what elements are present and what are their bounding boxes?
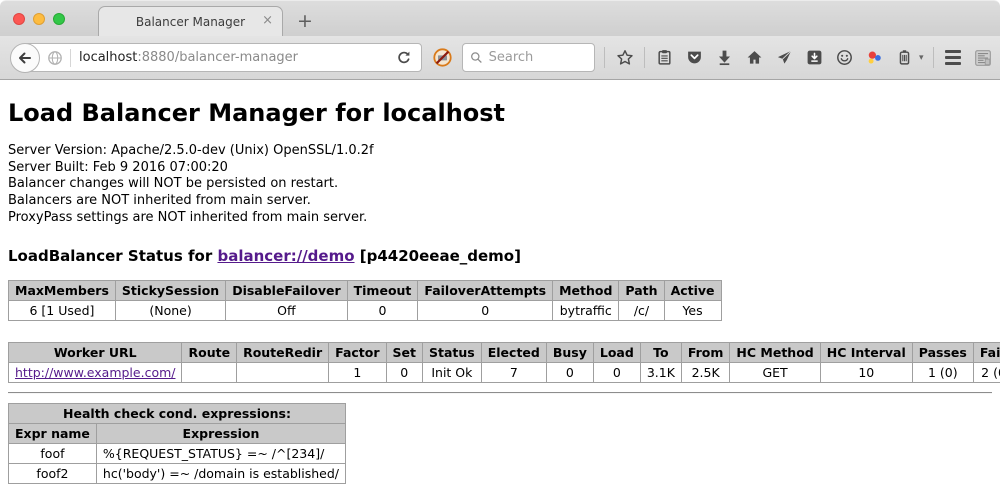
menu-button[interactable] xyxy=(943,46,964,70)
reload-icon xyxy=(396,50,412,66)
persist-notice-line: Balancer changes will NOT be persisted o… xyxy=(8,176,992,193)
back-button[interactable] xyxy=(10,43,40,73)
trash-icon xyxy=(896,49,913,66)
clipboard-icon xyxy=(656,49,673,66)
trash-extension-button[interactable] xyxy=(894,46,915,70)
browser-window: Balancer Manager × + localhost:8880/bala… xyxy=(0,0,1000,491)
inherit-notice-line: Balancers are NOT inherited from main se… xyxy=(8,193,992,210)
page-content: Load Balancer Manager for localhost Serv… xyxy=(0,80,1000,491)
pocket-icon xyxy=(686,49,703,66)
overflow-caret-icon[interactable]: ▾ xyxy=(919,53,924,63)
search-bar[interactable] xyxy=(462,43,595,72)
tab-strip: Balancer Manager × + xyxy=(0,0,1000,36)
toolbar-separator xyxy=(644,47,645,68)
toolbar-separator xyxy=(604,47,605,68)
table-row: http://www.example.com/ 1 0 Init Ok 7 0 … xyxy=(9,363,1000,383)
reading-list-button[interactable] xyxy=(654,46,675,70)
balancer-summary-table: MaxMembers StickySession DisableFailover… xyxy=(8,280,722,321)
downloads-button[interactable] xyxy=(714,46,735,70)
search-input[interactable] xyxy=(489,50,587,65)
proxypass-notice-line: ProxyPass settings are NOT inherited fro… xyxy=(8,210,992,227)
minimize-window-button[interactable] xyxy=(33,13,45,25)
nav-toolbar: localhost:8880/balancer-manager xyxy=(0,36,1000,80)
url-domain: localhost xyxy=(79,50,137,65)
health-check-table: Health check cond. expressions: Expr nam… xyxy=(8,403,346,484)
tab-title: Balancer Manager xyxy=(136,15,245,29)
page-thumbnail-icon xyxy=(974,49,992,67)
balancer-status-heading: LoadBalancer Status for balancer://demo … xyxy=(8,247,992,265)
paper-plane-icon xyxy=(776,49,793,66)
colored-dots-icon xyxy=(866,49,883,66)
home-icon xyxy=(746,49,763,66)
bookmark-star-icon xyxy=(616,49,634,67)
health-table-title: Health check cond. expressions: xyxy=(9,404,346,424)
home-button[interactable] xyxy=(744,46,765,70)
server-info: Server Version: Apache/2.5.0-dev (Unix) … xyxy=(8,143,992,226)
url-path: :8880/balancer-manager xyxy=(137,50,298,65)
table-header-row: MaxMembers StickySession DisableFailover… xyxy=(9,281,722,301)
table-title-row: Health check cond. expressions: xyxy=(9,404,346,424)
new-tab-button[interactable]: + xyxy=(297,12,313,31)
browser-tab[interactable]: Balancer Manager × xyxy=(98,6,283,36)
extension-download-button[interactable] xyxy=(804,46,825,70)
search-icon xyxy=(470,50,483,65)
reload-button[interactable] xyxy=(396,50,412,66)
close-tab-icon[interactable]: × xyxy=(262,14,273,27)
back-arrow-icon xyxy=(17,50,33,66)
pocket-button[interactable] xyxy=(684,46,705,70)
worker-table: Worker URL Route RouteRedir Factor Set S… xyxy=(8,342,1000,383)
window-controls xyxy=(13,13,65,25)
hamburger-icon xyxy=(945,50,961,53)
server-built-line: Server Built: Feb 9 2016 07:00:20 xyxy=(8,160,992,177)
balancer-link[interactable]: balancer://demo xyxy=(217,247,354,265)
zoom-window-button[interactable] xyxy=(53,13,65,25)
globe-icon xyxy=(47,50,63,66)
worker-url-link[interactable]: http://www.example.com/ xyxy=(15,365,175,380)
url-separator xyxy=(70,49,71,67)
download-arrow-icon xyxy=(716,49,733,66)
page-thumbnail-button[interactable] xyxy=(973,46,994,70)
plugin-blocked-icon xyxy=(432,47,453,68)
plugin-blocked-button[interactable] xyxy=(432,47,453,68)
divider xyxy=(8,392,992,394)
table-header-row: Worker URL Route RouteRedir Factor Set S… xyxy=(9,343,1000,363)
colored-dots-extension-button[interactable] xyxy=(864,46,885,70)
url-bar[interactable]: localhost:8880/balancer-manager xyxy=(24,43,422,72)
table-row: 6 [1 Used] (None) Off 0 0 bytraffic /c/ … xyxy=(9,301,722,321)
table-header-row: Expr name Expression xyxy=(9,424,346,444)
url-text[interactable]: localhost:8880/balancer-manager xyxy=(79,50,390,65)
bookmark-star-button[interactable] xyxy=(614,46,635,70)
close-window-button[interactable] xyxy=(13,13,25,25)
table-row: foof2 hc('body') =~ /domain is establish… xyxy=(9,464,346,484)
emoji-extension-button[interactable] xyxy=(834,46,855,70)
server-version-line: Server Version: Apache/2.5.0-dev (Unix) … xyxy=(8,143,992,160)
table-row: foof %{REQUEST_STATUS} =~ /^[234]/ xyxy=(9,444,346,464)
page-title: Load Balancer Manager for localhost xyxy=(8,80,992,127)
smiley-icon xyxy=(836,49,853,66)
send-tab-button[interactable] xyxy=(774,46,795,70)
boxed-download-icon xyxy=(806,49,823,66)
toolbar-separator xyxy=(933,47,934,68)
